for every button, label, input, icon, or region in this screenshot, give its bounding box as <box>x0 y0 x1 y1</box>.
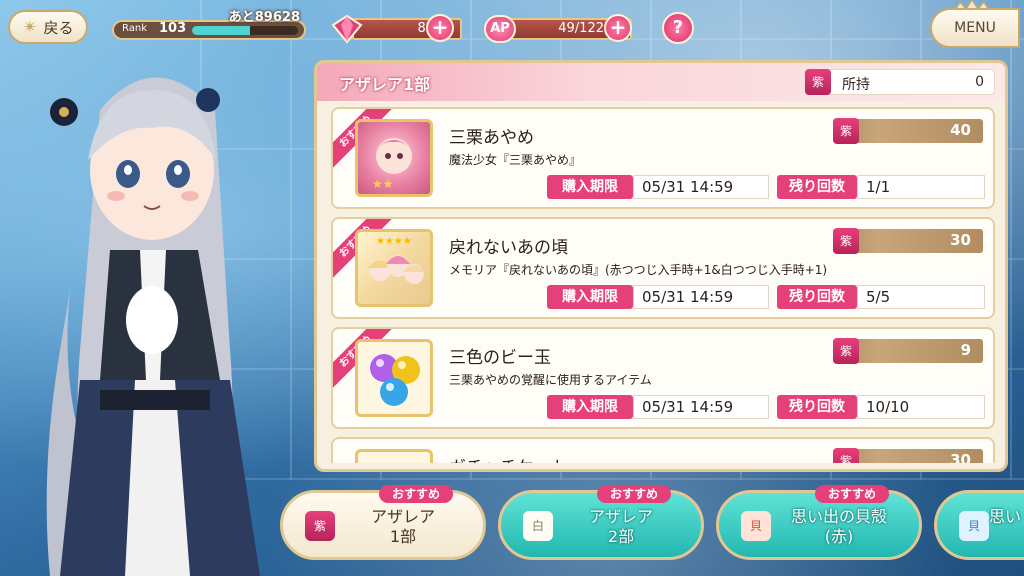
back-label: 戻る <box>43 18 74 37</box>
ap-icon: AP <box>484 15 516 43</box>
tab-azalea-part2[interactable]: おすすめ 白 アザレア 2部 <box>498 485 704 560</box>
item-name: 三栗あやめ <box>449 128 534 148</box>
rank-progress-bar <box>192 26 298 35</box>
purchase-period-value: 05/31 14:59 <box>633 285 769 309</box>
ap-stat: 49/122 AP + <box>484 14 634 43</box>
back-button[interactable]: ✴ 戻る <box>8 10 88 44</box>
recommended-badge: おすすめ <box>597 485 671 503</box>
price-value: 40 <box>950 121 971 139</box>
tab-label: アザレア 1部 <box>370 507 435 546</box>
recommended-badge: おすすめ <box>379 485 453 503</box>
rank-label: Rank <box>122 23 147 34</box>
panel-header: アザレア1部 紫 所持 0 <box>317 63 1005 101</box>
remaining-label: 残り回数 <box>777 175 857 199</box>
svg-text:★★: ★★ <box>372 177 394 191</box>
owned-currency: 紫 所持 0 <box>805 69 995 95</box>
item-thumbnail <box>355 449 433 463</box>
svg-text:★★★★: ★★★★ <box>376 236 412 247</box>
white-azalea-icon: 白 <box>523 511 553 541</box>
shop-item[interactable]: おすすめ ★★ 三栗あやめ 魔法少女『三栗あやめ』 紫 40 購入期限 05/3… <box>331 107 995 209</box>
purchase-period-label: 購入期限 <box>547 285 633 309</box>
magical-girl-portrait-icon: ★★ <box>372 138 414 191</box>
item-description: 三栗あやめの覚醒に使用するアイテム <box>449 373 652 387</box>
item-name: 三色のビー玉 <box>449 348 551 368</box>
shop-item-list[interactable]: おすすめ ★★ 三栗あやめ 魔法少女『三栗あやめ』 紫 40 購入期限 05/3… <box>331 107 997 463</box>
gems-stat: 85 + <box>330 14 462 44</box>
red-shell-icon: 貝 <box>741 511 771 541</box>
item-thumbnail: ★★★★ <box>355 229 433 307</box>
tab-label: 思い出の貝殻 (赤) <box>790 507 887 546</box>
sparkle-icon: ✴ <box>22 16 38 38</box>
item-thumbnail <box>355 339 433 417</box>
tab-memory-shell-next[interactable]: 貝 思い <box>934 490 1024 560</box>
remaining-label: 残り回数 <box>777 285 857 309</box>
item-price: 紫 30 <box>833 448 983 463</box>
item-name: ガチャチケット <box>449 453 568 463</box>
remaining-value: 1/1 <box>857 175 985 199</box>
price-value: 30 <box>950 231 971 249</box>
ap-plus-button[interactable]: + <box>604 14 632 42</box>
memoria-card-icon: ★★★★ <box>368 236 425 284</box>
rank-next-exp: あと89628 <box>228 10 300 25</box>
purchase-period-label: 購入期限 <box>547 175 633 199</box>
rank-progress-fill <box>192 26 251 35</box>
item-description: 魔法少女『三栗あやめ』 <box>449 153 582 167</box>
item-thumbnail: ★★ <box>355 119 433 197</box>
price-value: 9 <box>960 341 971 359</box>
azalea-currency-icon: 紫 <box>305 511 335 541</box>
item-name: 戻れないあの頃 <box>449 238 568 258</box>
menu-button[interactable]: MENU <box>930 8 1020 48</box>
item-description: メモリア『戻れないあの頃』(赤つつじ入手時+1&白つつじ入手時+1) <box>449 263 828 277</box>
azalea-currency-icon: 紫 <box>833 118 859 144</box>
item-price: 紫 40 <box>833 118 983 144</box>
tab-label: 思い <box>989 507 1022 526</box>
shop-item[interactable]: ガチャチケット 紫 30 <box>331 437 995 463</box>
price-value: 30 <box>950 451 971 463</box>
help-button[interactable]: ? <box>662 12 694 44</box>
remaining-value: 5/5 <box>857 285 985 309</box>
shop-panel: アザレア1部 紫 所持 0 おすすめ ★★ 三栗あやめ 魔法少女『三栗あやめ』 … <box>314 60 1008 472</box>
item-price: 紫 30 <box>833 228 983 254</box>
azalea-currency-icon: 紫 <box>833 338 859 364</box>
gems-plus-button[interactable]: + <box>426 14 454 42</box>
owned-label: 所持 <box>842 77 870 93</box>
purchase-period-value: 05/31 14:59 <box>633 175 769 199</box>
gem-icon <box>331 14 363 44</box>
marbles-icon <box>370 354 420 406</box>
azalea-currency-icon: 紫 <box>833 228 859 254</box>
panel-title: アザレア1部 <box>339 75 431 94</box>
tab-azalea-part1[interactable]: おすすめ 紫 アザレア 1部 <box>280 485 486 560</box>
tab-label: アザレア 2部 <box>588 507 653 546</box>
azalea-currency-icon: 紫 <box>805 69 831 95</box>
shop-item[interactable]: おすすめ ★★★★ 戻れないあの頃 メモリア『戻れないあの頃』(赤つつじ入手時+… <box>331 217 995 319</box>
tab-memory-shell-red[interactable]: おすすめ 貝 思い出の貝殻 (赤) <box>716 485 922 560</box>
owned-count: 0 <box>975 74 984 90</box>
rank-panel: Rank 103 あと89628 <box>112 10 306 44</box>
item-price: 紫 9 <box>833 338 983 364</box>
azalea-currency-icon: 紫 <box>833 448 859 463</box>
rank-value: 103 <box>159 21 187 36</box>
blue-shell-icon: 貝 <box>959 511 989 541</box>
ap-value: 49/122 <box>558 21 604 36</box>
remaining-value: 10/10 <box>857 395 985 419</box>
purchase-period-label: 購入期限 <box>547 395 633 419</box>
remaining-label: 残り回数 <box>777 395 857 419</box>
recommended-badge: おすすめ <box>815 485 889 503</box>
character-illustration <box>46 77 260 576</box>
shop-item[interactable]: おすすめ 三色のビー玉 三栗あやめの覚醒に使用するアイテム 紫 9 購入期限 0… <box>331 327 995 429</box>
purchase-period-value: 05/31 14:59 <box>633 395 769 419</box>
